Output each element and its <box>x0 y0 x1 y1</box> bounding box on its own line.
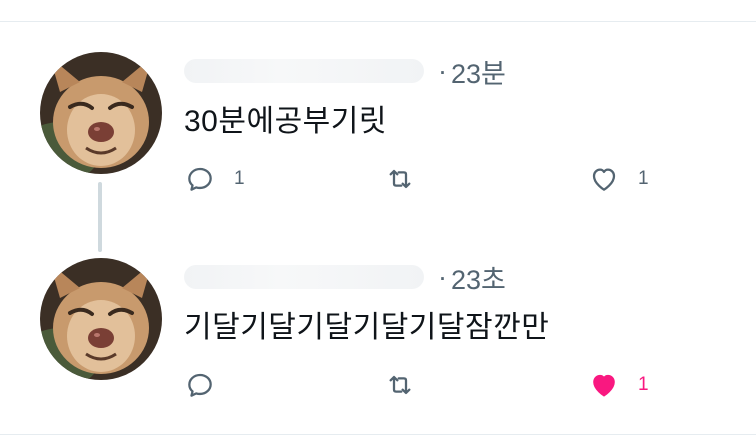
like-button[interactable]: 1 <box>588 368 649 402</box>
like-count: 1 <box>638 168 649 189</box>
reply-button[interactable]: 1 <box>184 162 245 196</box>
meta-separator: · <box>438 261 447 292</box>
retweet-icon <box>389 375 411 395</box>
tweet-actions: 1 <box>184 368 664 402</box>
tweet[interactable]: · 23초 기달기달기달기달기달잠깐만 1 <box>0 246 756 446</box>
top-divider <box>0 21 756 22</box>
chihuahua-avatar-image <box>40 258 162 380</box>
reply-icon <box>188 373 212 397</box>
tweet-timestamp[interactable]: 23초 <box>451 258 506 297</box>
like-button[interactable]: 1 <box>588 162 649 196</box>
avatar[interactable] <box>40 52 162 174</box>
heart-filled-icon <box>593 374 615 397</box>
retweet-button[interactable] <box>384 368 434 402</box>
tweet-text: 30분에공부기릿 <box>184 105 387 138</box>
tweet-timestamp[interactable]: 23분 <box>451 52 506 91</box>
retweet-icon <box>389 169 411 189</box>
reply-button[interactable] <box>184 368 234 402</box>
like-count: 1 <box>638 374 649 395</box>
meta-separator: · <box>438 55 447 86</box>
bottom-divider <box>0 434 756 435</box>
chihuahua-avatar-image <box>40 52 162 174</box>
blurred-username <box>184 59 424 83</box>
reply-icon <box>188 167 212 191</box>
tweet[interactable]: · 23분 30분에공부기릿 1 1 <box>0 40 756 240</box>
tweet-meta: · 23분 <box>184 52 506 91</box>
heart-icon <box>592 168 616 191</box>
retweet-button[interactable] <box>384 162 434 196</box>
tweet-text: 기달기달기달기달기달잠깐만 <box>184 311 550 344</box>
reply-count: 1 <box>234 168 245 189</box>
avatar[interactable] <box>40 258 162 380</box>
tweet-actions: 1 1 <box>184 162 664 196</box>
tweet-meta: · 23초 <box>184 258 506 297</box>
blurred-username <box>184 265 424 289</box>
